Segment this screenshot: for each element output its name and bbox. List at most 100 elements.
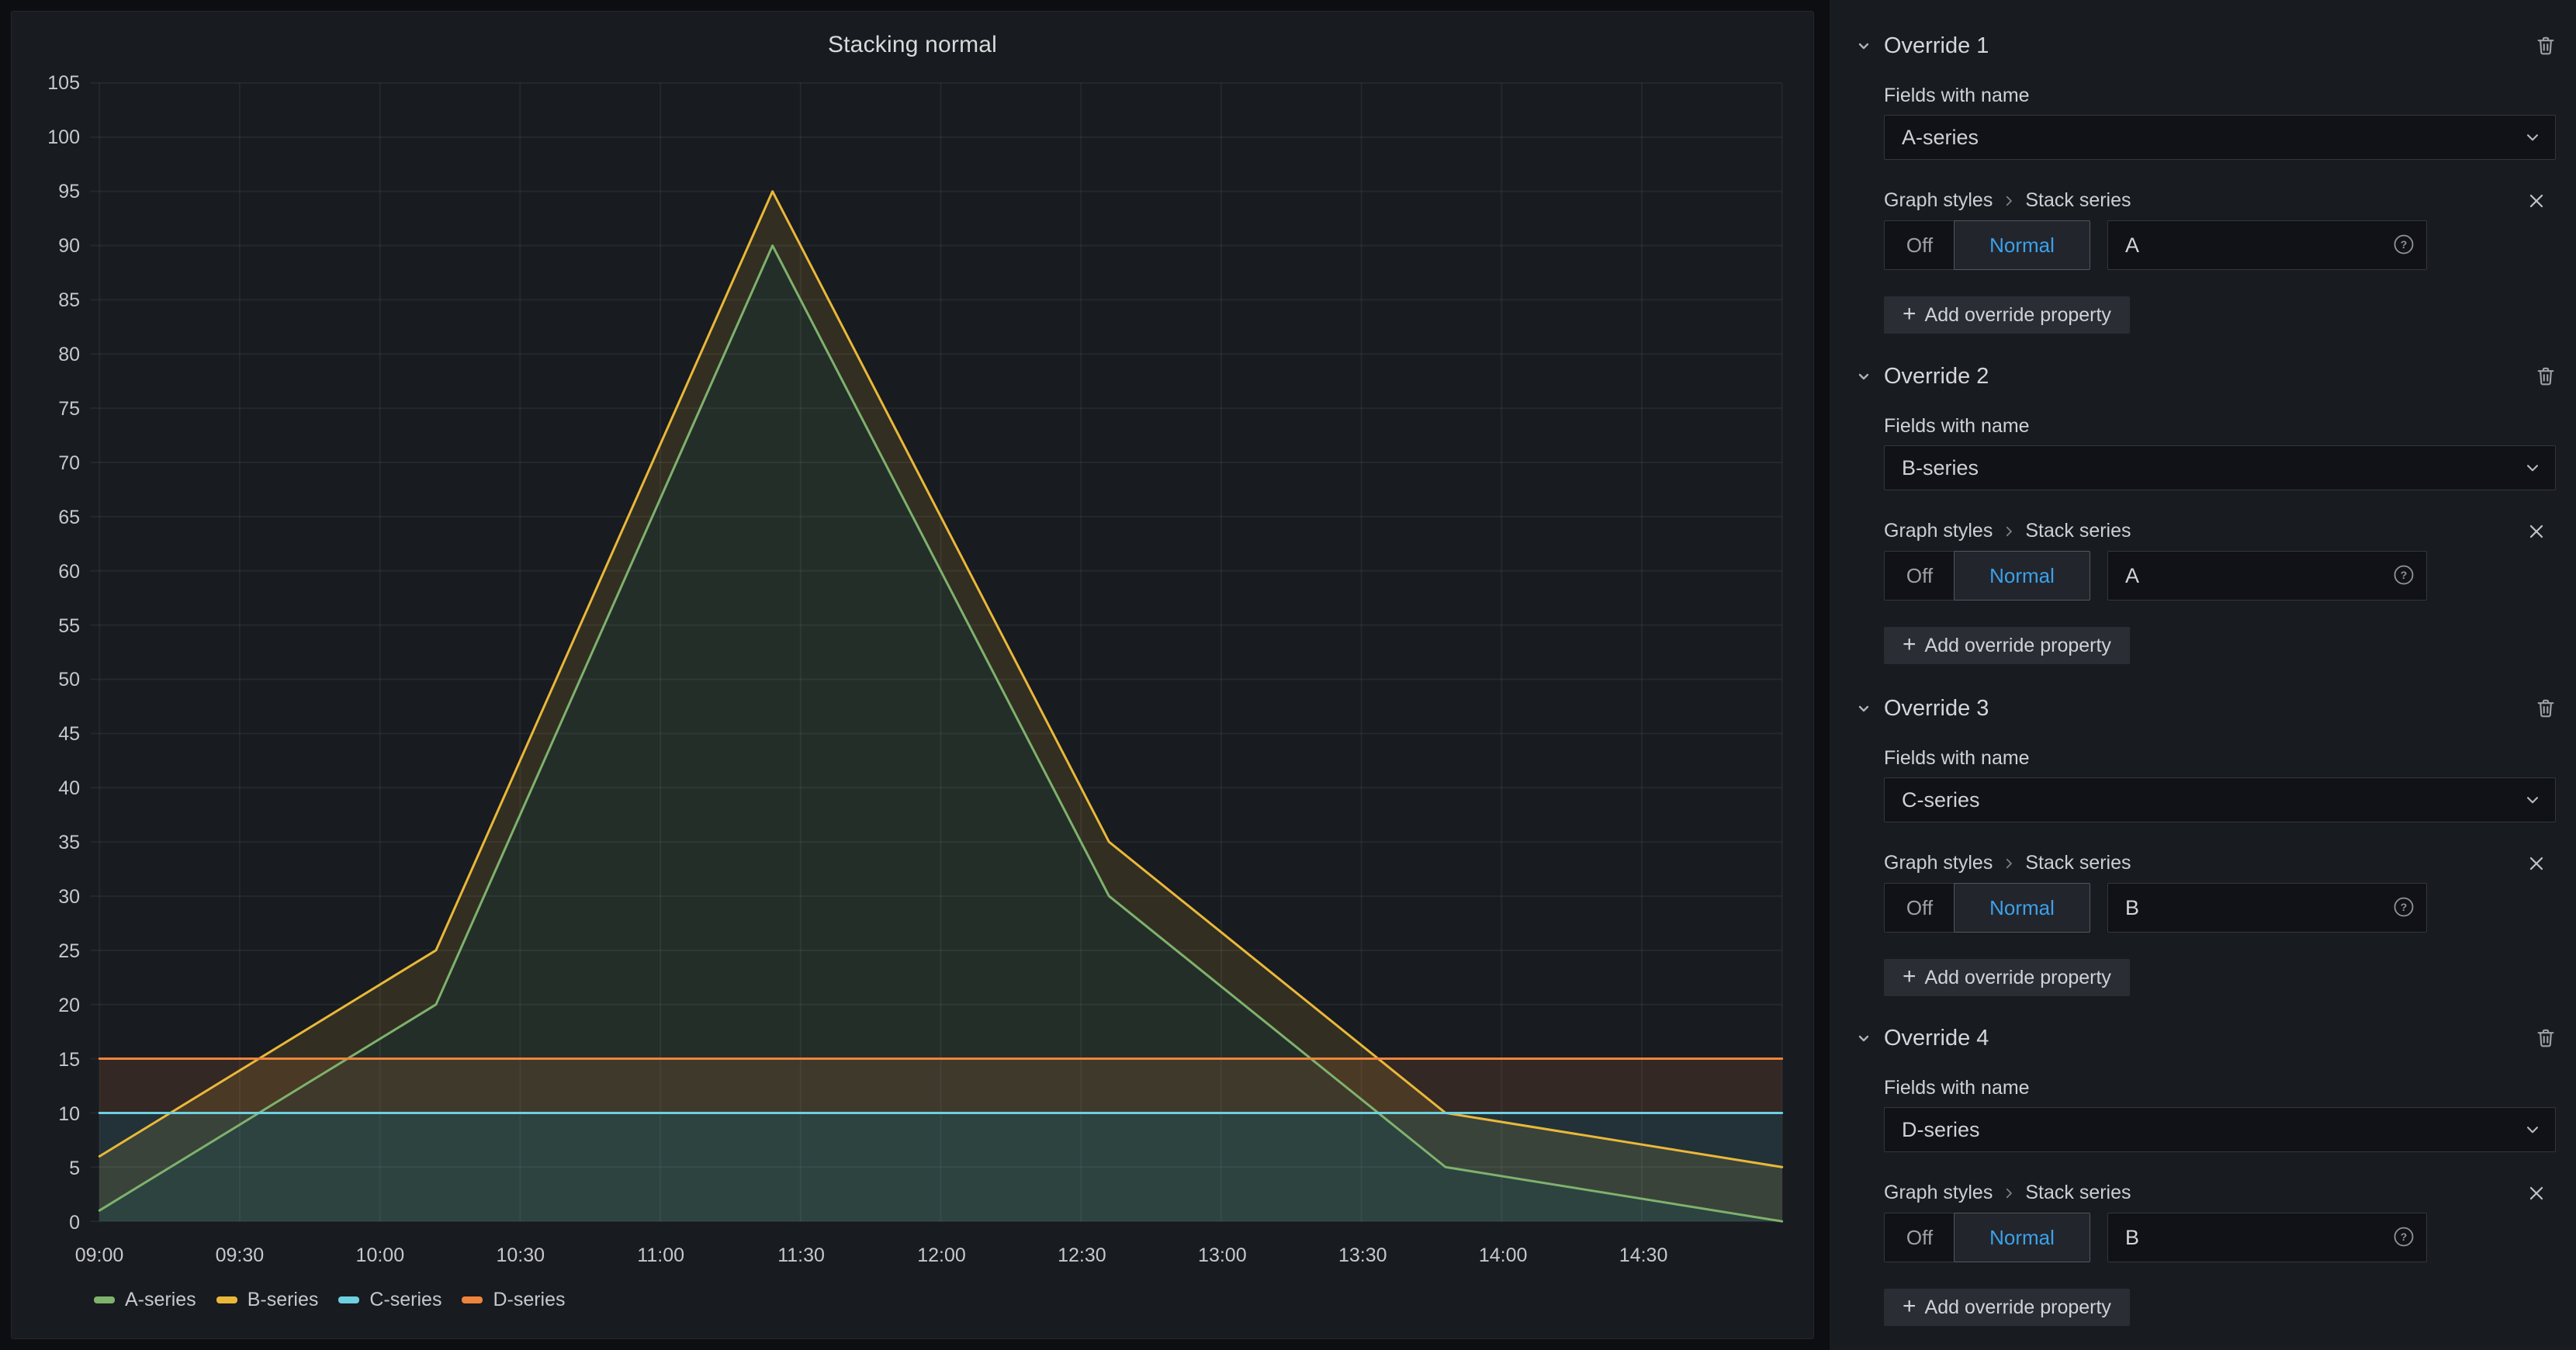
help-icon[interactable]: ? (2392, 563, 2415, 587)
legend-swatch (338, 1296, 359, 1303)
stack-group-input[interactable]: A ? (2107, 551, 2427, 601)
override-property-row: Graph styles Stack series (1884, 1180, 2556, 1205)
chevron-right-icon (2002, 857, 2016, 871)
field-name-value: C-series (1902, 788, 1980, 812)
series-area-D-series (99, 1059, 1781, 1113)
stack-mode-normal-button[interactable]: Normal (1954, 883, 2090, 933)
stack-group-input[interactable]: B ? (2107, 883, 2427, 933)
property-category-label: Graph styles (1884, 520, 1993, 542)
y-axis-label: 45 (12, 722, 80, 746)
chevron-down-icon[interactable] (1853, 35, 1875, 57)
help-icon[interactable]: ? (2392, 233, 2415, 256)
x-axis-label: 11:00 (607, 1242, 715, 1269)
timeseries-panel: Stacking normal 051015202530354045505560… (11, 11, 1814, 1339)
add-override-property-button[interactable]: + Add override property (1884, 959, 2130, 996)
chevron-down-icon (2522, 790, 2543, 810)
y-axis-label: 40 (12, 777, 80, 800)
stack-series-control: Off Normal A ? (1884, 551, 2556, 601)
chart-legend: A-series B-series C-series D-series (94, 1289, 586, 1311)
field-name-select[interactable]: A-series (1884, 115, 2556, 160)
plus-icon: + (1903, 965, 1916, 988)
y-axis-label: 35 (12, 831, 80, 854)
stack-mode-off-button[interactable]: Off (1885, 1213, 1955, 1262)
override-header: Override 3 (1884, 694, 2556, 723)
help-icon[interactable]: ? (2392, 1225, 2415, 1248)
y-axis-label: 70 (12, 452, 80, 475)
close-icon[interactable] (2523, 188, 2550, 214)
stack-mode-off-button[interactable]: Off (1885, 552, 1955, 600)
add-override-property-button[interactable]: + Add override property (1884, 296, 2130, 334)
chevron-down-icon (2522, 127, 2543, 147)
override-header: Override 1 (1884, 31, 2556, 61)
x-axis-label: 14:00 (1449, 1242, 1557, 1269)
y-axis-label: 5 (12, 1157, 80, 1180)
chevron-down-icon[interactable] (1853, 1027, 1875, 1049)
legend-item-D-series[interactable]: D-series (462, 1289, 565, 1311)
x-axis-label: 10:30 (466, 1242, 575, 1269)
property-name-label: Stack series (2025, 520, 2131, 542)
svg-text:?: ? (2401, 1231, 2408, 1243)
legend-label: C-series (369, 1289, 441, 1311)
legend-item-A-series[interactable]: A-series (94, 1289, 196, 1311)
stack-group-input[interactable]: B ? (2107, 1213, 2427, 1262)
stack-group-value: B (2125, 1226, 2139, 1250)
svg-text:?: ? (2401, 901, 2408, 913)
close-icon[interactable] (2523, 518, 2550, 545)
x-axis-label: 13:30 (1308, 1242, 1417, 1269)
legend-label: D-series (493, 1289, 565, 1311)
stack-group-value: B (2125, 896, 2139, 920)
legend-item-C-series[interactable]: C-series (338, 1289, 441, 1311)
legend-item-B-series[interactable]: B-series (216, 1289, 319, 1311)
stack-mode-off-button[interactable]: Off (1885, 884, 1955, 932)
field-name-value: D-series (1902, 1118, 1980, 1142)
stack-mode-radio-group: Off Normal (1884, 551, 2090, 601)
override-header: Override 2 (1884, 362, 2556, 391)
chevron-down-icon[interactable] (1853, 365, 1875, 387)
y-axis-label: 25 (12, 940, 80, 963)
add-override-property-button[interactable]: + Add override property (1884, 1289, 2130, 1326)
add-override-property-label: Add override property (1925, 635, 2111, 657)
override-title: Override 4 (1884, 1026, 1989, 1051)
override-card-3: Override 3 Fields with name C-series Gra… (1884, 694, 2556, 996)
legend-swatch (216, 1296, 237, 1303)
help-icon[interactable]: ? (2392, 895, 2415, 919)
add-override-property-label: Add override property (1925, 967, 2111, 989)
y-axis-label: 50 (12, 668, 80, 691)
fields-with-name-label: Fields with name (1884, 1076, 2556, 1099)
property-name-label: Stack series (2025, 1182, 2131, 1204)
chevron-right-icon (2002, 194, 2016, 208)
field-name-select[interactable]: D-series (1884, 1107, 2556, 1152)
override-property-row: Graph styles Stack series (1884, 188, 2556, 213)
close-icon[interactable] (2523, 850, 2550, 877)
trash-icon[interactable] (2531, 362, 2560, 391)
stack-mode-normal-button[interactable]: Normal (1954, 1213, 2090, 1262)
stack-mode-normal-button[interactable]: Normal (1954, 551, 2090, 601)
override-card-4: Override 4 Fields with name D-series Gra… (1884, 1023, 2556, 1326)
close-icon[interactable] (2523, 1180, 2550, 1206)
series-area-C-series (99, 1113, 1781, 1221)
field-name-select[interactable]: B-series (1884, 445, 2556, 490)
y-axis-label: 75 (12, 397, 80, 421)
stack-mode-radio-group: Off Normal (1884, 1213, 2090, 1262)
override-card-1: Override 1 Fields with name A-series Gra… (1884, 31, 2556, 334)
y-axis-label: 80 (12, 343, 80, 366)
stack-mode-off-button[interactable]: Off (1885, 221, 1955, 269)
plus-icon: + (1903, 303, 1916, 326)
trash-icon[interactable] (2531, 1023, 2560, 1053)
trash-icon[interactable] (2531, 31, 2560, 61)
stack-group-value: A (2125, 564, 2139, 588)
y-axis-label: 30 (12, 885, 80, 909)
override-property-row: Graph styles Stack series (1884, 518, 2556, 543)
x-axis-label: 12:30 (1027, 1242, 1136, 1269)
stack-mode-normal-button[interactable]: Normal (1954, 220, 2090, 270)
property-category-label: Graph styles (1884, 1182, 1993, 1204)
add-override-property-button[interactable]: + Add override property (1884, 627, 2130, 664)
legend-label: B-series (248, 1289, 319, 1311)
stack-group-input[interactable]: A ? (2107, 220, 2427, 270)
chevron-down-icon[interactable] (1853, 698, 1875, 719)
add-override-property-label: Add override property (1925, 304, 2111, 327)
trash-icon[interactable] (2531, 694, 2560, 723)
field-name-select[interactable]: C-series (1884, 777, 2556, 822)
y-axis-label: 15 (12, 1048, 80, 1071)
stack-mode-radio-group: Off Normal (1884, 883, 2090, 933)
